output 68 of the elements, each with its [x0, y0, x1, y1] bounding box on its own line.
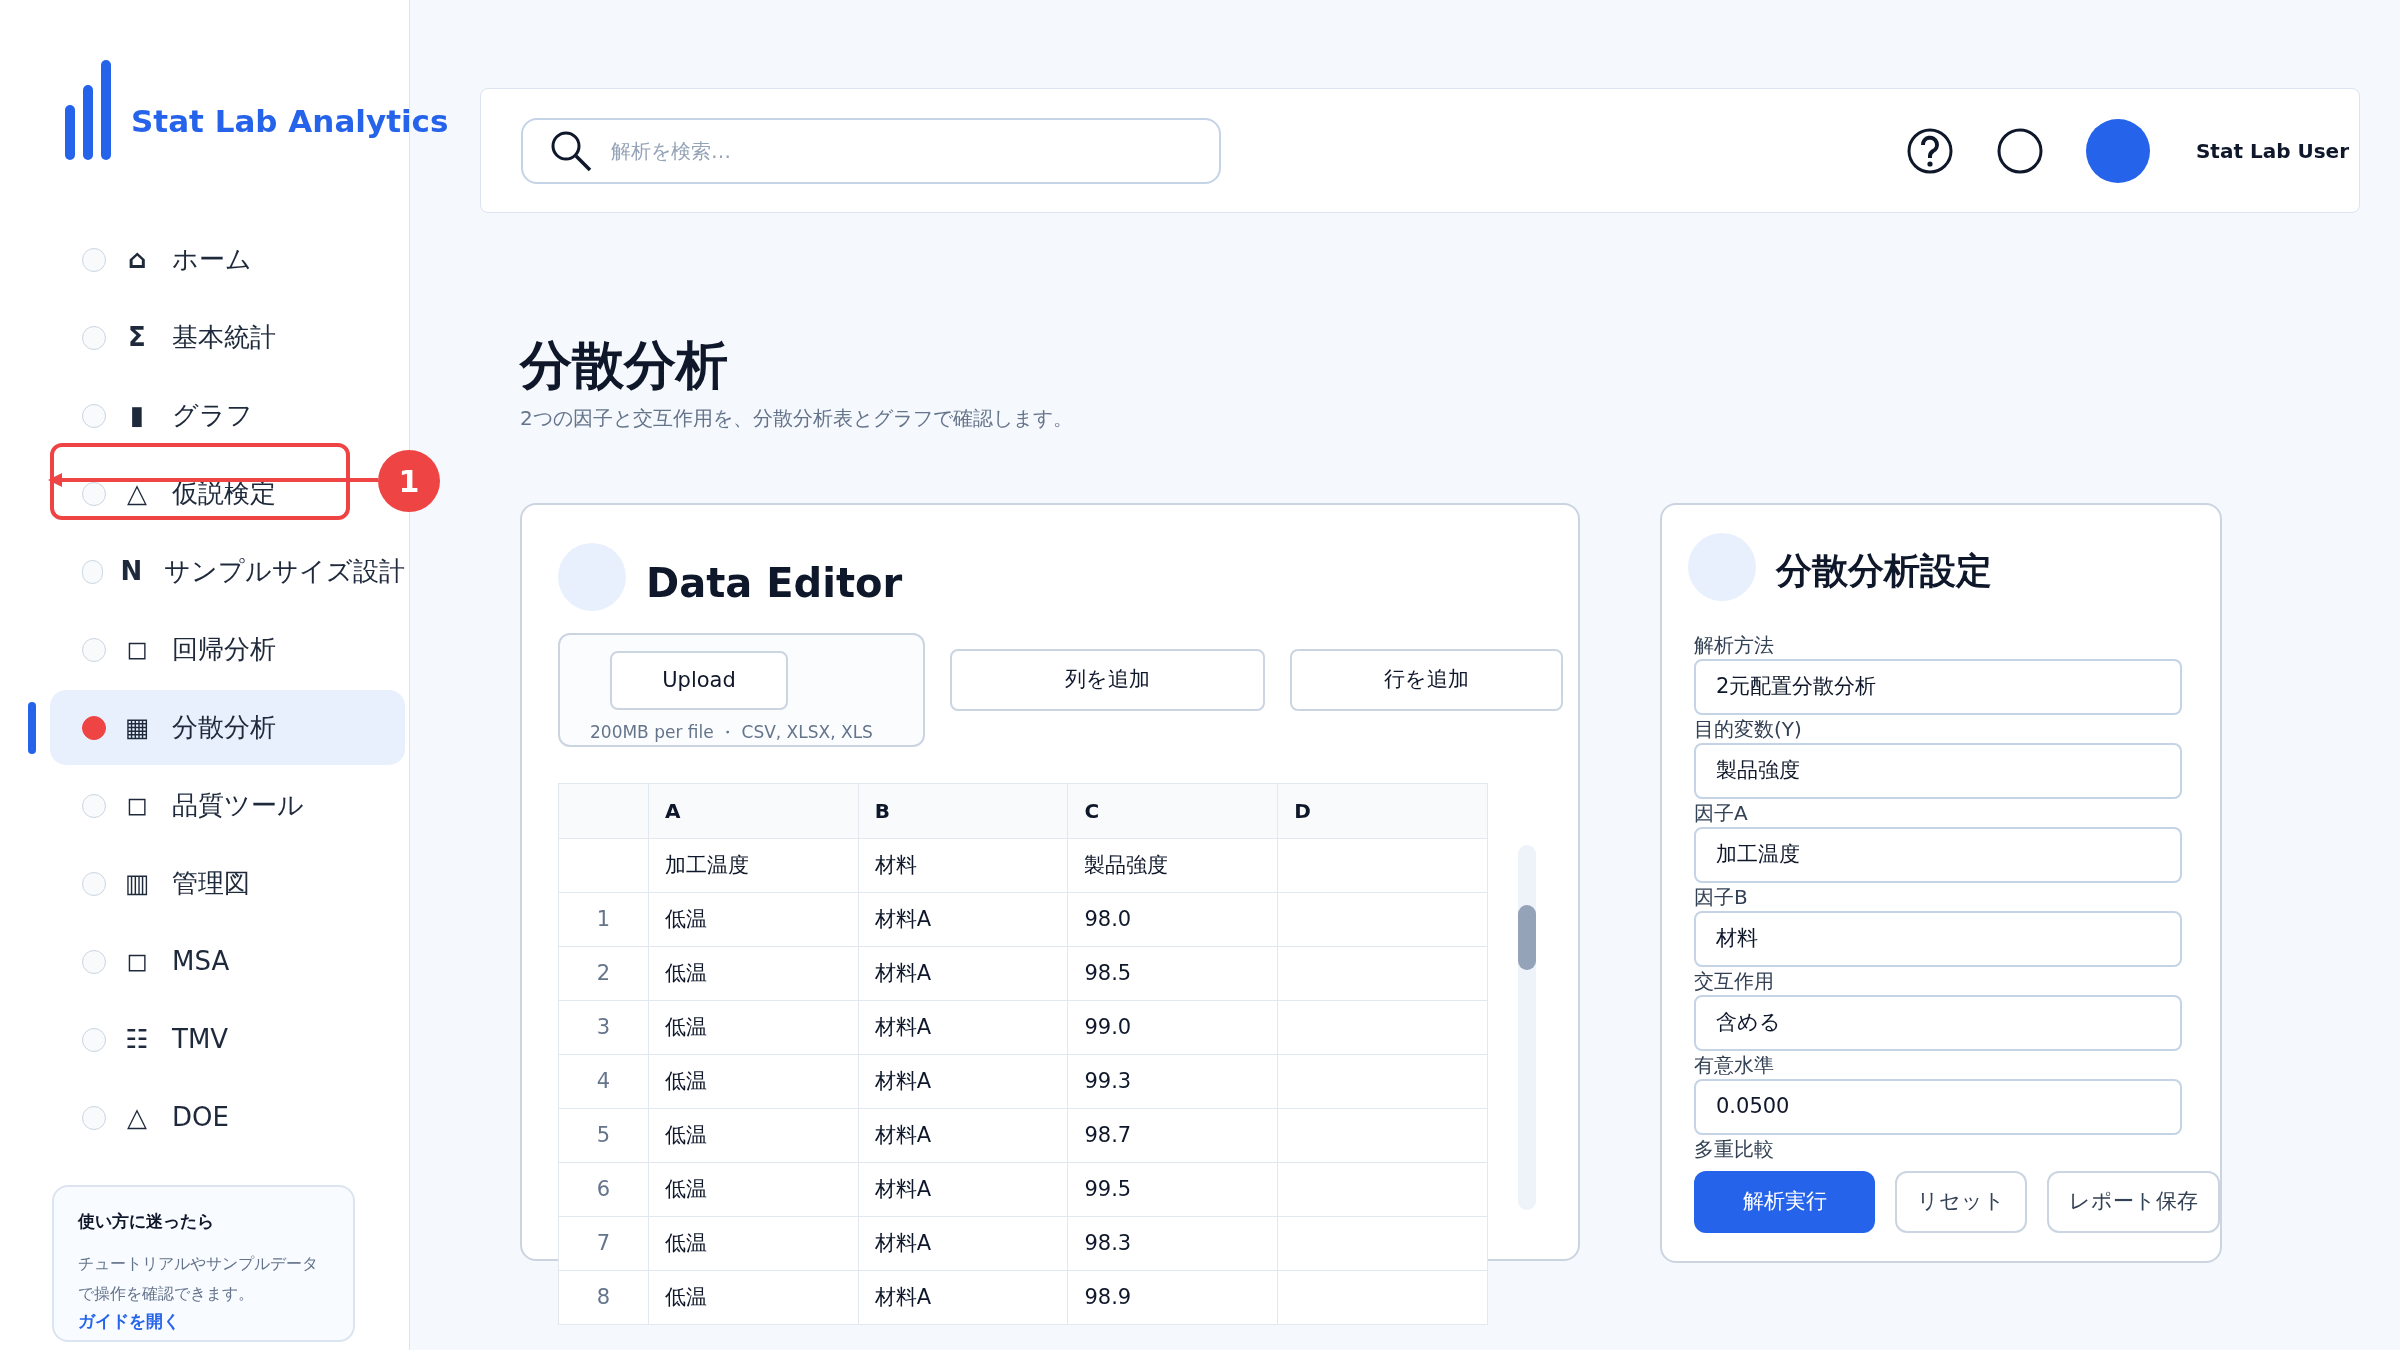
card-title: 分散分析設定 [1776, 549, 1992, 593]
help-title: 使い方に迷ったら [78, 1210, 215, 1233]
row-number: 3 [558, 1000, 649, 1055]
page-subtitle: 2つの因子と交互作用を、分散分析表とグラフで確認します。 [520, 405, 1074, 432]
nav-icon: ⌂ [122, 240, 152, 279]
table-cell: 低温 [648, 1054, 859, 1109]
table-cell: 製品強度 [1067, 838, 1278, 893]
nav-icon: Σ [122, 318, 152, 357]
user-name: Stat Lab User [2195, 137, 2349, 165]
table-cell: 材料A [858, 1054, 1068, 1109]
nav-icon: N [118, 552, 144, 591]
card-title: Data Editor [646, 559, 903, 608]
row-number: 6 [558, 1162, 649, 1217]
table-cell: 98.3 [1067, 1216, 1278, 1271]
table-cell: 加工温度 [648, 838, 859, 893]
field-label: 目的変数(Y) [1694, 716, 1803, 743]
nav-icon: △ [122, 1098, 152, 1137]
row-number: 2 [558, 946, 649, 1001]
table-cell: 材料A [858, 1216, 1068, 1271]
row-number: 1 [558, 892, 649, 947]
table-cell: 98.9 [1067, 1270, 1278, 1325]
table-cell: 材料A [858, 892, 1068, 947]
table-cell: 低温 [648, 1216, 859, 1271]
table-cell: 99.0 [1067, 1000, 1278, 1055]
nav-icon: ◻ [122, 630, 152, 669]
nav-icon: ▥ [122, 864, 152, 903]
upload-caption: 200MB per file ・ CSV, XLSX, XLS [590, 720, 874, 744]
table-cell: 98.0 [1067, 892, 1278, 947]
table-cell: 材料A [858, 1270, 1068, 1325]
table-cell: 低温 [648, 946, 859, 1001]
column-header: D [1277, 783, 1488, 839]
field-label: 因子A [1694, 800, 1749, 827]
help-text: チュートリアルやサンプルデータで操作を確認できます。 [78, 1252, 319, 1305]
page-title: 分散分析 [520, 334, 729, 397]
table-cell: 低温 [648, 1000, 859, 1055]
nav-icon: ◻ [122, 786, 152, 825]
table-cell: 99.5 [1067, 1162, 1278, 1217]
table-cell: 98.5 [1067, 946, 1278, 1001]
field-label: 交互作用 [1694, 968, 1775, 995]
table-cell: 99.3 [1067, 1054, 1278, 1109]
table-cell: 材料 [858, 838, 1068, 893]
row-number: 8 [558, 1270, 649, 1325]
table-cell: 低温 [648, 1162, 859, 1217]
app-title: Stat Lab Analytics [131, 101, 449, 141]
table-cell: 低温 [648, 892, 859, 947]
field-label: 多重比較 [1694, 1136, 1775, 1163]
row-number: 7 [558, 1216, 649, 1271]
table-cell: 材料A [858, 1162, 1068, 1217]
table-cell: 材料A [858, 1000, 1068, 1055]
table-cell: 低温 [648, 1270, 859, 1325]
nav-icon: ☷ [122, 1020, 152, 1059]
nav-icon: ◻ [122, 942, 152, 981]
table-cell: 98.7 [1067, 1108, 1278, 1163]
field-label: 解析方法 [1694, 632, 1775, 659]
field-label: 因子B [1694, 884, 1749, 911]
row-number: 5 [558, 1108, 649, 1163]
table-cell: 材料A [858, 946, 1068, 1001]
table-cell: 低温 [648, 1108, 859, 1163]
nav-icon: △ [122, 474, 152, 513]
column-header: C [1067, 783, 1278, 839]
nav-icon: ▦ [122, 708, 152, 747]
table-cell: 材料A [858, 1108, 1068, 1163]
field-label: 有意水準 [1694, 1052, 1775, 1079]
column-header: B [858, 783, 1068, 839]
annotation-badge: 1 [378, 450, 440, 512]
row-number: 4 [558, 1054, 649, 1109]
nav-icon: ▮ [122, 396, 152, 435]
column-header: A [648, 783, 859, 839]
